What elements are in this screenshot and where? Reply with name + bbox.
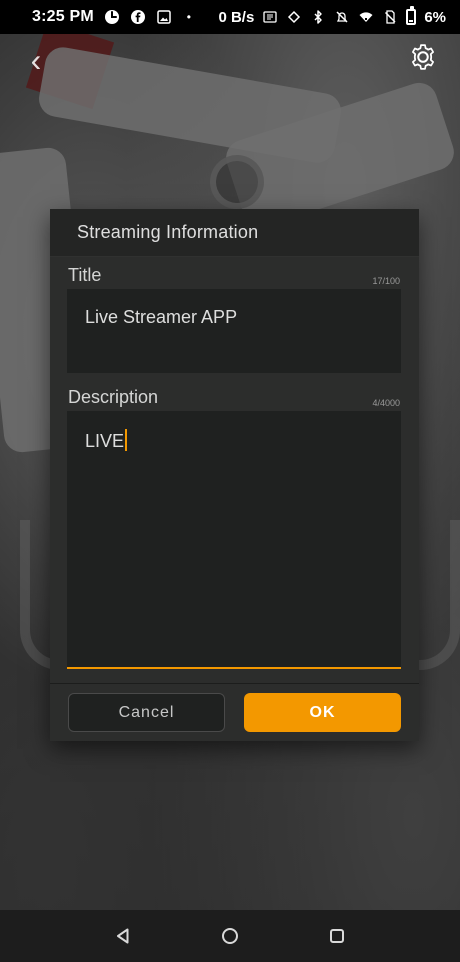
streaming-info-dialog: Streaming Information Title 17/100 Live …: [50, 209, 419, 741]
description-label: Description: [68, 387, 159, 407]
chevron-left-icon: ‹: [30, 42, 42, 78]
dialog-body: Title 17/100 Live Streamer APP Descripti…: [50, 257, 419, 669]
network-speed: 0 B/s: [218, 8, 255, 26]
title-label-row: Title 17/100: [67, 257, 402, 289]
dialog-title: Streaming Information: [77, 222, 259, 242]
nav-home-button[interactable]: [210, 916, 250, 956]
ok-button[interactable]: OK: [244, 693, 401, 732]
status-time: 3:25 PM: [32, 8, 94, 25]
nav-recents-button[interactable]: [317, 916, 357, 956]
rotate-icon: [286, 9, 302, 25]
nfc-icon: [262, 9, 278, 25]
title-char-count: 17/100: [372, 276, 400, 286]
status-right: 0 B/s 6%: [218, 6, 446, 26]
bluetooth-icon: [310, 9, 326, 25]
back-button[interactable]: ‹: [16, 40, 56, 80]
no-sim-icon: [382, 9, 398, 25]
cancel-button[interactable]: Cancel: [68, 693, 225, 732]
title-input[interactable]: Live Streamer APP: [67, 289, 401, 373]
description-char-count: 4/4000: [372, 398, 400, 408]
home-circle-icon: [221, 928, 238, 944]
facebook-icon: [130, 9, 146, 25]
data-saver-icon: [104, 9, 120, 25]
wifi-icon: [358, 9, 374, 25]
nav-back-button[interactable]: [103, 916, 143, 956]
back-triangle-icon: [117, 928, 129, 944]
battery-percent: 6%: [424, 8, 446, 26]
recents-square-icon: [329, 929, 344, 943]
dialog-header: Streaming Information: [50, 209, 419, 257]
dot-icon: •: [186, 10, 191, 24]
dialog-button-row: Cancel OK: [50, 683, 419, 741]
status-bar: 3:25 PM • 0 B/s 6%: [0, 0, 460, 34]
settings-button[interactable]: [402, 38, 444, 80]
description-label-row: Description 4/4000: [67, 379, 402, 411]
navigation-bar: [0, 910, 460, 962]
description-input-value: LIVE: [85, 431, 125, 451]
gear-icon: [408, 42, 438, 77]
title-label: Title: [68, 265, 102, 285]
title-input-value: Live Streamer APP: [85, 307, 238, 327]
battery-icon: [406, 6, 417, 25]
status-left: 3:25 PM •: [32, 8, 218, 26]
description-input[interactable]: LIVE: [67, 411, 401, 669]
mute-icon: [334, 9, 350, 25]
screen: 3:25 PM • 0 B/s 6% ‹ Streaming Informati…: [0, 0, 460, 962]
text-cursor: [125, 429, 128, 451]
gallery-icon: [156, 9, 172, 25]
